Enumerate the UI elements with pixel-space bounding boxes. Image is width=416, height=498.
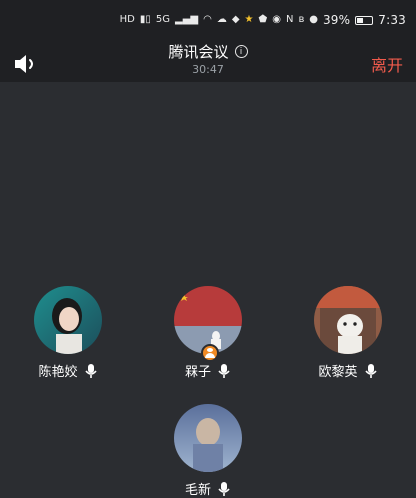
signal-icon: ▮▯ <box>139 14 151 25</box>
participant-name: 陈艳姣 <box>38 365 78 380</box>
participant-tile[interactable]: 槑子 <box>163 286 253 380</box>
microphone-icon <box>84 363 97 378</box>
microphone-icon <box>364 363 377 378</box>
meeting-title[interactable]: 腾讯会议 <box>168 41 228 62</box>
status-icons: HD ▮▯ 5G ▂▄▆ ◠ ☁ ◆ ★ ⬟ ◉ N ʙ ● 39% 7:33 <box>120 13 406 27</box>
info-icon[interactable]: i <box>234 45 248 58</box>
host-badge-icon <box>201 344 219 362</box>
wifi-icon: ◠ <box>203 14 212 25</box>
eye-icon: ◉ <box>272 14 281 25</box>
microphone-icon <box>218 363 230 378</box>
participant-tile[interactable]: 陈艳姣 <box>23 286 113 380</box>
shield-icon: ⬟ <box>258 14 268 25</box>
signal-bars-icon: ▂▄▆ <box>175 14 199 25</box>
battery-percent: 39% <box>322 13 351 27</box>
meeting-timer: 30:47 <box>192 63 224 76</box>
participant-tile[interactable]: 毛新 <box>163 404 253 498</box>
participant-name: 欧黎英 <box>318 365 358 380</box>
avatar <box>314 286 382 354</box>
hd-icon: HD <box>119 14 135 25</box>
signal-5g-label: 5G <box>155 14 171 25</box>
battery-icon <box>355 15 374 25</box>
status-time: 7:33 <box>378 13 406 27</box>
star-icon: ★ <box>244 14 254 25</box>
participant-name: 槑子 <box>184 365 211 380</box>
cloud-icon: ☁ <box>216 14 227 25</box>
mic-status-icon: ● <box>309 14 318 25</box>
leave-button[interactable]: 离开 <box>371 52 403 76</box>
avatar <box>34 286 102 354</box>
bluetooth-icon: ʙ <box>298 14 305 25</box>
avatar <box>174 404 242 472</box>
nfc-icon: N <box>285 14 294 25</box>
chat-icon: ◆ <box>231 14 240 25</box>
status-bar: HD ▮▯ 5G ▂▄▆ ◠ ☁ ◆ ★ ⬟ ◉ N ʙ ● 39% 7:33 <box>0 0 416 46</box>
participant-tile[interactable]: 欧黎英 <box>303 286 393 380</box>
meeting-title-wrap: 腾讯会议 i <box>0 41 416 62</box>
